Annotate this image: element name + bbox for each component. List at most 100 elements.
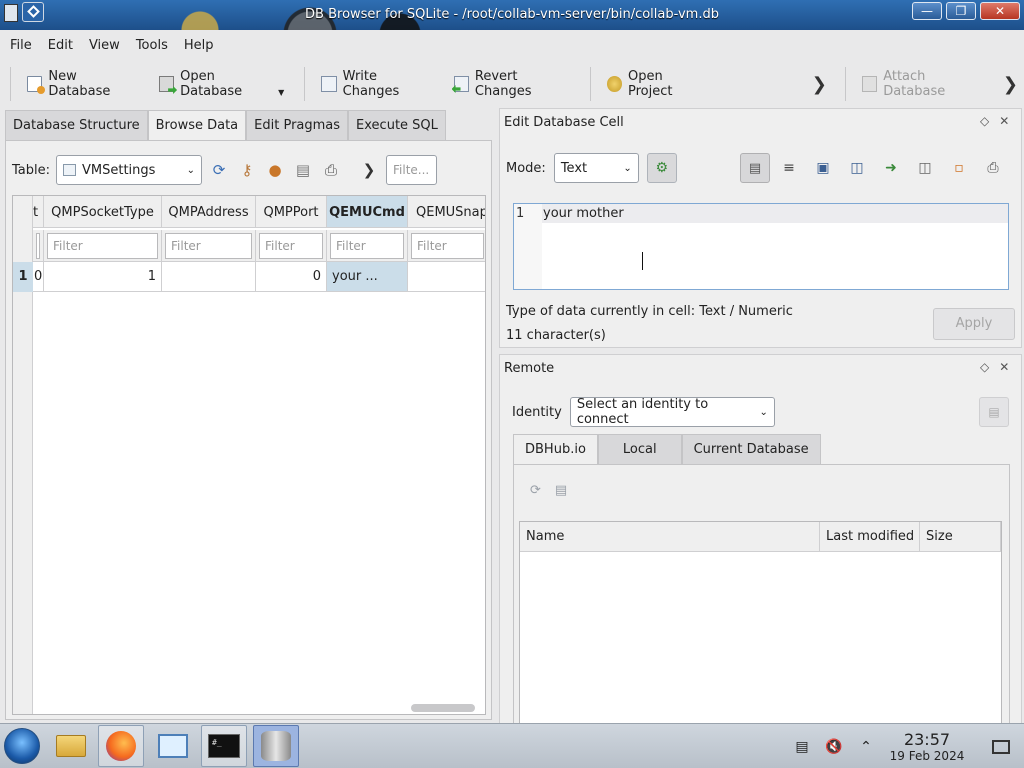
open-database-button[interactable]: Open Database ▼: [149, 69, 299, 99]
clipboard-icon[interactable]: ▤: [792, 737, 812, 757]
column-header-last-modified[interactable]: Last modified: [820, 522, 920, 552]
file-manager-icon[interactable]: [48, 725, 94, 767]
tab-execute-sql[interactable]: Execute SQL: [348, 110, 446, 140]
toolbar-separator: [844, 67, 846, 101]
maximize-button[interactable]: ❐: [946, 2, 976, 20]
tab-dbhub[interactable]: DBHub.io: [513, 434, 598, 464]
filter-input-qmpport[interactable]: Filter: [259, 233, 323, 259]
identity-select[interactable]: Select an identity to connect ⌄: [569, 397, 775, 427]
table-cell[interactable]: [408, 262, 485, 292]
tab-database-structure[interactable]: Database Structure: [5, 110, 148, 140]
column-header-qmpport[interactable]: QMPPort: [256, 196, 327, 228]
browse-data-pane: Table: VMSettings ⌄ ⟳ ⚷ ● ▤ ⎙ ❯ Filte...…: [5, 140, 492, 720]
column-header-name[interactable]: Name: [520, 522, 820, 552]
tab-browse-data[interactable]: Browse Data: [147, 110, 247, 140]
print-icon: ⎙: [987, 160, 999, 176]
clock[interactable]: 23:57 19 Feb 2024: [882, 730, 972, 763]
db-browser-taskbar-icon[interactable]: [253, 725, 299, 767]
row-header-1[interactable]: 1: [13, 262, 33, 292]
tab-edit-pragmas[interactable]: Edit Pragmas: [246, 110, 349, 140]
menu-edit[interactable]: Edit: [40, 33, 81, 59]
filter-input-qmpaddress[interactable]: Filter: [165, 233, 252, 259]
dropdown-arrow-icon[interactable]: ▼: [278, 88, 284, 97]
save-table-icon[interactable]: ▤: [292, 159, 314, 181]
show-desktop-button[interactable]: [992, 739, 1010, 754]
print-cell-button[interactable]: ⎙: [978, 153, 1008, 183]
write-changes-icon: [321, 76, 337, 92]
gear-icon: ⚙: [655, 160, 669, 176]
column-header-size[interactable]: Size: [920, 522, 1001, 552]
table-cell[interactable]: [162, 262, 256, 292]
window-titlebar: DB Browser for SQLite - /root/collab-vm-…: [0, 0, 1024, 30]
word-wrap-button[interactable]: ▤: [740, 153, 770, 183]
filter-input-qemusnap[interactable]: Filter: [411, 233, 484, 259]
export-icon: ◫: [850, 160, 864, 176]
import-button[interactable]: ▣: [808, 153, 838, 183]
clear-sorting-icon[interactable]: ●: [264, 159, 286, 181]
write-changes-button[interactable]: Write Changes: [311, 69, 443, 99]
tab-current-database[interactable]: Current Database: [681, 434, 821, 464]
table-cell[interactable]: 0: [33, 262, 44, 292]
export-button[interactable]: ◫: [842, 153, 872, 183]
push-database-button[interactable]: ▤: [979, 397, 1009, 427]
overflow-chevron-icon[interactable]: ❯: [358, 159, 380, 181]
menu-tools[interactable]: Tools: [128, 33, 176, 59]
close-icon[interactable]: ✕: [999, 114, 1009, 128]
filter-input-t[interactable]: [36, 233, 40, 259]
open-project-icon: [606, 76, 622, 92]
revert-changes-button[interactable]: Revert Changes: [444, 69, 584, 99]
minimize-button[interactable]: —: [912, 2, 942, 20]
firefox-icon[interactable]: [98, 725, 144, 767]
float-icon[interactable]: ◇: [980, 360, 989, 374]
new-database-button[interactable]: New Database: [17, 69, 149, 99]
chevron-up-icon[interactable]: ⌃: [856, 737, 876, 757]
column-header-qemucmd[interactable]: QEMUCmd: [327, 196, 408, 228]
column-header-qmpaddress[interactable]: QMPAddress: [162, 196, 256, 228]
new-database-icon: [26, 76, 46, 94]
menu-file[interactable]: File: [2, 33, 40, 59]
clear-cell-button[interactable]: ▫: [944, 153, 974, 183]
column-header-qmpsockettype[interactable]: QMPSocketType: [44, 196, 162, 228]
copy-cell-button[interactable]: ◫: [910, 153, 940, 183]
refresh-icon[interactable]: ⟳: [530, 483, 541, 498]
print-icon[interactable]: ⎙: [320, 159, 342, 181]
refresh-icon[interactable]: ⟳: [208, 159, 230, 181]
table-cell[interactable]: 1: [44, 262, 162, 292]
menu-help[interactable]: Help: [176, 33, 222, 59]
menu-view[interactable]: View: [81, 33, 128, 59]
clear-filters-icon[interactable]: ⚷: [236, 159, 258, 181]
auto-switch-mode-button[interactable]: ⚙: [646, 153, 677, 183]
set-as-null-button[interactable]: ➜: [876, 153, 906, 183]
float-icon[interactable]: ◇: [980, 114, 989, 128]
muted-speaker-icon[interactable]: 🔇: [824, 737, 844, 757]
apply-button[interactable]: Apply: [933, 308, 1015, 340]
filter-input-qemucmd[interactable]: Filter: [330, 233, 404, 259]
table-cell[interactable]: 0: [256, 262, 327, 292]
toolbar-overflow-chevron-icon-2[interactable]: ❯: [997, 74, 1024, 95]
filter-cell: Filter: [44, 230, 162, 262]
open-project-button[interactable]: Open Project: [597, 69, 718, 99]
close-icon[interactable]: ✕: [999, 360, 1009, 374]
start-button[interactable]: [4, 728, 40, 764]
table-cell-selected[interactable]: your ...: [327, 262, 408, 292]
toolbar-overflow-chevron-icon[interactable]: ❯: [800, 74, 839, 95]
cell-editor[interactable]: 1 your mother: [513, 203, 1009, 290]
table-select[interactable]: VMSettings ⌄: [56, 155, 202, 185]
terminal-icon[interactable]: #_: [201, 725, 247, 767]
column-header-qemusnap[interactable]: QEMUSnap: [408, 196, 485, 228]
global-filter-input[interactable]: Filte...: [386, 155, 437, 185]
import-icon: ▣: [816, 160, 830, 176]
column-header-t[interactable]: t: [33, 196, 44, 228]
close-button[interactable]: ✕: [980, 2, 1020, 20]
control-panel-icon[interactable]: [150, 725, 196, 767]
mode-select[interactable]: Text ⌄: [553, 153, 639, 183]
attach-database-icon: [861, 76, 878, 92]
chevron-down-icon: ⌄: [623, 162, 632, 174]
edit-cell-title: Edit Database Cell: [504, 115, 624, 130]
tab-local[interactable]: Local: [597, 434, 682, 464]
attach-database-button[interactable]: Attach Database: [852, 69, 997, 99]
horizontal-scrollbar[interactable]: [411, 704, 475, 712]
filter-input-qmpsockettype[interactable]: Filter: [47, 233, 158, 259]
clone-database-icon[interactable]: ▤: [555, 483, 567, 498]
auto-format-button[interactable]: ≡: [774, 153, 804, 183]
